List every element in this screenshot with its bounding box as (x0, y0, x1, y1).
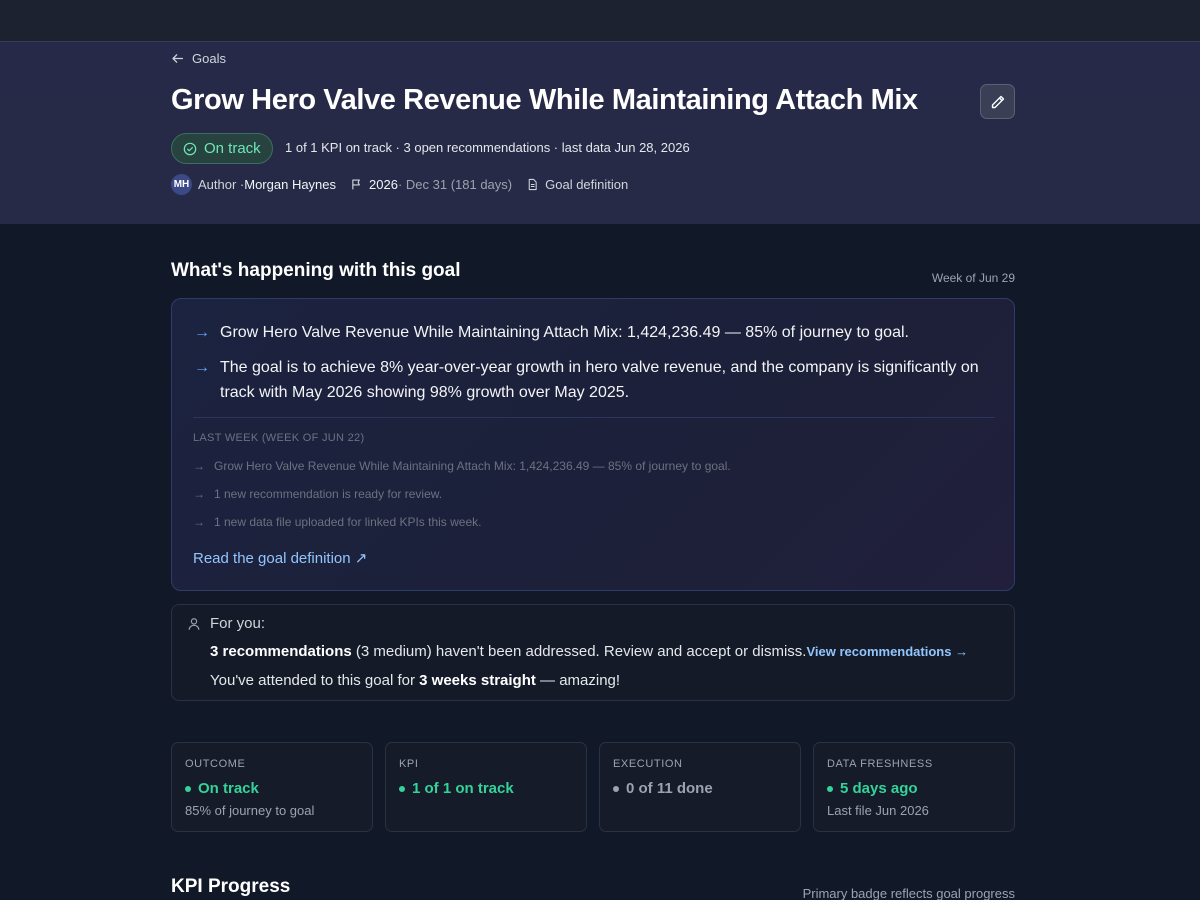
last-week-item: → 1 new recommendation is ready for revi… (193, 487, 442, 501)
flag-icon (352, 178, 360, 189)
goal-header (0, 42, 1200, 224)
last-week-item: → Grow Hero Valve Revenue While Maintain… (193, 459, 731, 473)
goal-definition-link[interactable]: Goal definition (545, 177, 628, 192)
stat-value-text: 1 of 1 on track (412, 780, 514, 797)
stat-card-outcome: OUTCOME On track 85% of journey to goal (171, 742, 373, 832)
stat-label: DATA FRESHNESS (827, 758, 933, 770)
recommendations-notice: 3 recommendations (3 medium) haven't bee… (210, 643, 968, 660)
last-week-item: → 1 new data file uploaded for linked KP… (193, 515, 482, 529)
edit-goal-button[interactable] (980, 84, 1015, 119)
stat-value-text: 0 of 11 done (626, 780, 713, 797)
pencil-icon (991, 95, 1004, 108)
last-week-item-text: 1 new data file uploaded for linked KPIs… (214, 515, 482, 529)
status-dot (399, 785, 405, 792)
avatar: MH (171, 173, 192, 195)
arrow-right-icon: → (193, 487, 205, 501)
arrow-right-icon: → (194, 359, 210, 376)
back-to-goals-link[interactable]: Goals (171, 50, 226, 66)
stat-card-kpi: KPI 1 of 1 on track (385, 742, 587, 832)
stat-label: EXECUTION (613, 758, 683, 770)
streak-notice: You've attended to this goal for 3 weeks… (210, 672, 620, 689)
stat-label: KPI (399, 758, 419, 770)
summary-bullet: → The goal is to achieve 8% year-over-ye… (194, 355, 994, 405)
status-dot (613, 785, 619, 792)
author-name[interactable]: Morgan Haynes (244, 177, 336, 192)
stat-value: 5 days ago (827, 780, 918, 797)
streak-prefix: You've attended to this goal for (210, 672, 420, 689)
stat-card-data-freshness: DATA FRESHNESS 5 days ago Last file Jun … (813, 742, 1015, 832)
stat-sub: 85% of journey to goal (185, 803, 315, 818)
for-you-label: For you: (210, 615, 266, 632)
stat-label: OUTCOME (185, 758, 246, 770)
document-icon (528, 178, 537, 190)
kpi-progress-title: KPI Progress (171, 876, 291, 897)
for-you-card: For you: 3 recommendations (3 medium) ha… (171, 604, 1015, 701)
view-recommendations-link[interactable]: View recommendations → (806, 644, 968, 659)
recommendation-count: 3 recommendations (210, 643, 352, 660)
top-bar (0, 0, 1200, 42)
stat-sub: Last file Jun 2026 (827, 803, 929, 818)
arrow-right-icon: → (194, 324, 210, 341)
section-title: What's happening with this goal (171, 260, 461, 281)
check-circle-icon (183, 142, 197, 155)
stat-value: 0 of 11 done (613, 780, 713, 797)
divider (193, 417, 995, 418)
summary-bullet-text: The goal is to achieve 8% year-over-year… (220, 359, 979, 401)
last-week-title: LAST WEEK (WEEK OF JUN 22) (193, 432, 365, 444)
stat-value-text: 5 days ago (840, 780, 918, 797)
period-range: · Dec 31 (181 days) (397, 176, 513, 192)
stat-card-execution: EXECUTION 0 of 11 done (599, 742, 801, 832)
stat-value: On track (185, 780, 259, 797)
for-you-heading: For you: (187, 615, 265, 632)
arrow-right-icon: → (193, 515, 205, 529)
read-goal-definition-link[interactable]: Read the goal definition ↗ (193, 549, 367, 567)
status-summary: 1 of 1 KPI on track · 3 open recommendat… (285, 140, 690, 155)
summary-bullet: → Grow Hero Valve Revenue While Maintain… (194, 320, 994, 345)
week-label: Week of Jun 29 (931, 271, 1015, 285)
back-label: Goals (192, 50, 226, 66)
stat-value-text: On track (198, 780, 259, 797)
streak-suffix: — amazing! (535, 672, 621, 689)
arrow-right-icon: → (193, 459, 205, 473)
status-badge: On track (171, 133, 273, 164)
goal-meta: MH Author · Morgan Haynes 2026 · Dec 31 … (171, 173, 628, 195)
summary-card: → Grow Hero Valve Revenue While Maintain… (171, 298, 1015, 591)
last-week-item-text: 1 new recommendation is ready for review… (214, 487, 443, 501)
stat-value: 1 of 1 on track (399, 780, 514, 797)
recommendation-text: (3 medium) haven't been addressed. Revie… (351, 643, 807, 660)
summary-bullet-text: Grow Hero Valve Revenue While Maintainin… (220, 324, 909, 341)
kpi-progress-note: Primary badge reflects goal progress (802, 886, 1015, 900)
status-dot (185, 785, 191, 792)
arrow-left-icon (172, 53, 184, 63)
status-label: On track (204, 140, 261, 157)
author-prefix: Author · (198, 176, 245, 192)
streak-highlight: 3 weeks straight (419, 672, 536, 689)
page-title: Grow Hero Valve Revenue While Maintainin… (171, 84, 918, 116)
period-year: 2026 (369, 176, 398, 192)
status-dot (827, 785, 833, 792)
last-week-item-text: Grow Hero Valve Revenue While Maintainin… (214, 459, 731, 473)
user-icon (188, 617, 200, 630)
